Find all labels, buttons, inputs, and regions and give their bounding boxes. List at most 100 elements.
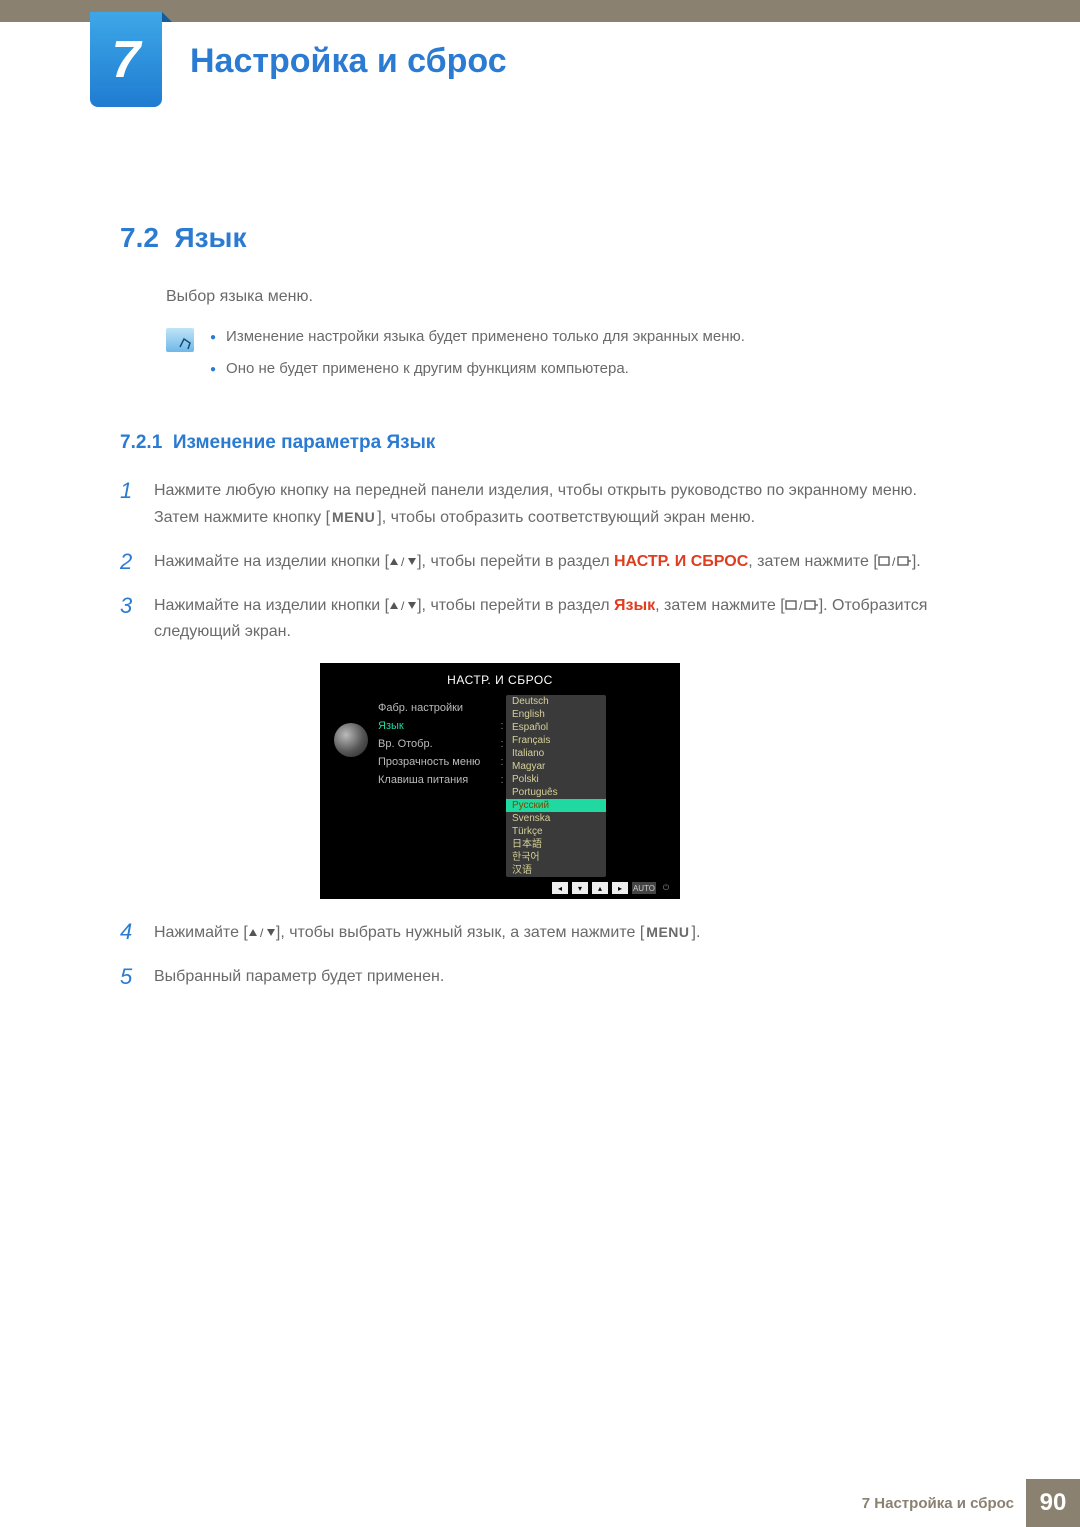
badge-curl — [162, 12, 172, 22]
note-block: ● Изменение настройки языка будет примене… — [166, 328, 960, 392]
step-1-body: Нажмите любую кнопку на передней панели … — [154, 478, 960, 531]
up-down-icon: / — [389, 600, 417, 612]
osd-lang-item: Italiano — [506, 747, 606, 760]
osd-left-item-selected: Язык — [378, 717, 498, 735]
osd-lang-item: 한국어 — [506, 851, 606, 864]
step-3: 3 Нажимайте на изделии кнопки [ / ], чтобы… — [120, 593, 960, 645]
chapter-title: Настройка и сброс — [190, 42, 507, 81]
step-3-target: Язык — [614, 597, 655, 614]
step-2-pre: Нажимайте на изделии кнопки [ — [154, 553, 389, 570]
menu-label: MENU — [644, 924, 691, 940]
enter-source-icon: / — [785, 599, 819, 613]
svg-text:/: / — [401, 556, 405, 568]
step-2: 2 Нажимайте на изделии кнопки [ / ], чтобы… — [120, 549, 960, 575]
svg-text:/: / — [260, 927, 264, 939]
step-4-body: Нажимайте [ / ], чтобы выбрать нужный язык… — [154, 919, 960, 946]
osd-left-item: Клавиша питания — [378, 771, 498, 789]
osd-auto-label: AUTO — [632, 882, 656, 894]
osd-title: НАСТР. И СБРОС — [320, 673, 680, 687]
step-3-post1: , затем нажмите [ — [655, 597, 785, 614]
step-3-pre: Нажимайте на изделии кнопки [ — [154, 597, 389, 614]
osd-panel: НАСТР. И СБРОС Фабр. настройки Язык Вр. … — [320, 663, 680, 899]
subsection-title: 7.2.1 Изменение параметра Язык — [120, 432, 960, 454]
footer-page-number: 90 — [1026, 1479, 1080, 1527]
step-1-post: ], чтобы отобразить соответствующий экра… — [377, 509, 755, 526]
osd-left-item: Вр. Отобр. — [378, 735, 498, 753]
step-3-body: Нажимайте на изделии кнопки [ / ], чтобы п… — [154, 593, 960, 645]
enter-source-icon: / — [878, 555, 912, 569]
step-4-pre: Нажимайте [ — [154, 924, 248, 941]
osd-lang-item: English — [506, 708, 606, 721]
section-number: 7.2 — [120, 222, 159, 253]
osd-screenshot: НАСТР. И СБРОС Фабр. настройки Язык Вр. … — [320, 663, 960, 899]
osd-lang-item: 日本語 — [506, 838, 606, 851]
intro-text: Выбор языка меню. — [166, 288, 960, 306]
up-down-icon: / — [248, 927, 276, 939]
osd-lang-item: 汉语 — [506, 864, 606, 877]
osd-right: Deutsch English Español Français Italian… — [506, 693, 670, 877]
osd-lang-item-selected: Русский — [506, 799, 606, 812]
osd-nav-right-icon: ▸ — [612, 882, 628, 894]
footer: 7 Настройка и сброс 90 — [0, 1479, 1080, 1527]
osd-body: Фабр. настройки Язык Вр. Отобр. Прозрачн… — [320, 693, 680, 877]
osd-lang-item: Magyar — [506, 760, 606, 773]
note-item-2: ● Оно не будет применено к другим функция… — [210, 360, 745, 380]
step-4: 4 Нажимайте [ / ], чтобы выбрать нужный яз… — [120, 919, 960, 946]
osd-left-item: Прозрачность меню — [378, 753, 498, 771]
note-items: ● Изменение настройки языка будет примене… — [210, 328, 745, 392]
step-2-post2: ]. — [912, 553, 921, 570]
step-4-mid: ], чтобы выбрать нужный язык, а затем на… — [276, 924, 644, 941]
svg-text:/: / — [401, 600, 405, 612]
step-1: 1 Нажмите любую кнопку на передней панел… — [120, 478, 960, 531]
osd-lang-item: Français — [506, 734, 606, 747]
note-item-1: ● Изменение настройки языка будет примене… — [210, 328, 745, 348]
note-icon — [166, 328, 194, 352]
osd-lang-item: Português — [506, 786, 606, 799]
section-name: Язык — [175, 222, 247, 253]
menu-label: MENU — [330, 509, 377, 525]
step-num-2: 2 — [120, 549, 154, 575]
chapter-badge: 7 — [90, 12, 162, 107]
bullet-icon: ● — [210, 360, 216, 380]
osd-language-list: Deutsch English Español Français Italian… — [506, 695, 606, 877]
osd-nav-down-icon: ▾ — [572, 882, 588, 894]
osd-lang-item: Svenska — [506, 812, 606, 825]
step-4-post: ]. — [692, 924, 701, 941]
page: 7 Настройка и сброс 7.2 Язык Выбор языка… — [0, 0, 1080, 1527]
subsection-name: Изменение параметра Язык — [173, 432, 435, 453]
step-num-4: 4 — [120, 919, 154, 946]
step-num-1: 1 — [120, 478, 154, 531]
step-3-mid: ], чтобы перейти в раздел — [417, 597, 614, 614]
osd-power-icon: ⏻ — [660, 882, 672, 894]
osd-nav-up-icon: ▴ — [592, 882, 608, 894]
footer-label: 7 Настройка и сброс — [862, 1495, 1014, 1512]
note-item-1-text: Изменение настройки языка будет применен… — [226, 328, 745, 348]
step-5-body: Выбранный параметр будет применен. — [154, 964, 960, 990]
step-num-5: 5 — [120, 964, 154, 990]
dial-icon — [334, 723, 368, 757]
step-2-mid: ], чтобы перейти в раздел — [417, 553, 614, 570]
chapter-number: 7 — [112, 30, 141, 90]
step-2-body: Нажимайте на изделии кнопки [ / ], чтобы п… — [154, 549, 960, 575]
osd-lang-item: Español — [506, 721, 606, 734]
step-num-3: 3 — [120, 593, 154, 645]
svg-text:/: / — [892, 555, 896, 569]
osd-colons: :::: — [498, 693, 506, 877]
up-down-icon: / — [389, 556, 417, 568]
osd-left-item: Фабр. настройки — [378, 699, 498, 717]
bullet-icon: ● — [210, 328, 216, 348]
svg-text:/: / — [799, 599, 803, 613]
osd-lang-item: Deutsch — [506, 695, 606, 708]
step-2-target: НАСТР. И СБРОС — [614, 553, 748, 570]
osd-lang-item: Polski — [506, 773, 606, 786]
subsection-number: 7.2.1 — [120, 432, 162, 453]
content: 7.2 Язык Выбор языка меню. ● Изменение на… — [0, 22, 1080, 990]
step-2-post1: , затем нажмите [ — [748, 553, 878, 570]
note-item-2-text: Оно не будет применено к другим функциям… — [226, 360, 629, 380]
section-title: 7.2 Язык — [120, 222, 960, 254]
step-5: 5 Выбранный параметр будет применен. — [120, 964, 960, 990]
osd-lang-item: Türkçe — [506, 825, 606, 838]
osd-bottom-bar: ◂ ▾ ▴ ▸ AUTO ⏻ — [320, 881, 680, 895]
osd-menu-left: Фабр. настройки Язык Вр. Отобр. Прозрачн… — [378, 693, 498, 877]
osd-nav-left-icon: ◂ — [552, 882, 568, 894]
